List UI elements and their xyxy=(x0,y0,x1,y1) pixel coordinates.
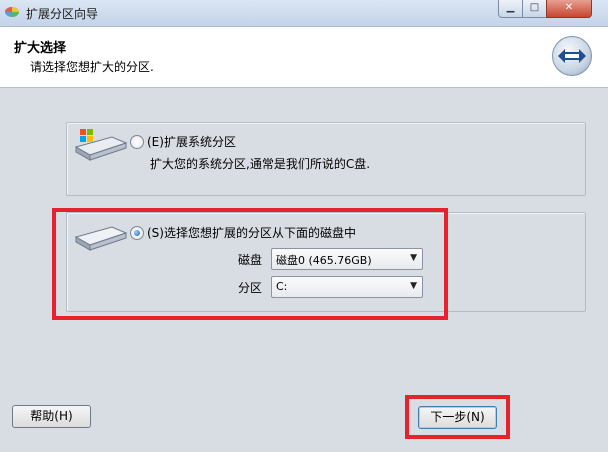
minimize-button[interactable]: ▁ xyxy=(498,0,523,18)
close-button[interactable]: ✕ xyxy=(546,0,592,18)
custom-partition-option-label[interactable]: (S)选择您想扩展的分区从下面的磁盘中 xyxy=(147,224,356,241)
page-title: 扩大选择 xyxy=(14,41,67,56)
maximize-button[interactable]: □ xyxy=(522,0,547,18)
system-partition-radio[interactable] xyxy=(130,135,144,149)
chevron-down-icon: ▼ xyxy=(410,281,417,291)
title-bar: 扩展分区向导 ▁ □ ✕ xyxy=(0,0,608,27)
partition-wizard-logo-icon xyxy=(552,36,592,76)
system-drive-icon xyxy=(74,129,128,161)
page-subtitle: 请选择您想扩大的分区. xyxy=(30,60,154,74)
disk-select[interactable]: 磁盘0 (465.76GB) ▼ xyxy=(271,248,423,270)
partition-label: 分区 xyxy=(238,281,263,295)
help-button[interactable]: 帮助(H) xyxy=(12,405,91,428)
disk-label: 磁盘 xyxy=(238,253,263,267)
disk-select-value: 磁盘0 (465.76GB) xyxy=(276,254,372,267)
window-title: 扩展分区向导 xyxy=(26,7,99,21)
custom-partition-radio[interactable] xyxy=(130,226,144,240)
partition-select-value: C: xyxy=(276,280,288,293)
app-icon xyxy=(5,7,19,17)
system-partition-description: 扩大您的系统分区,通常是我们所说的C盘. xyxy=(150,157,371,171)
hard-drive-icon xyxy=(74,226,128,251)
system-partition-option-label[interactable]: (E)扩展系统分区 xyxy=(147,133,236,150)
chevron-down-icon: ▼ xyxy=(410,253,417,263)
next-button[interactable]: 下一步(N) xyxy=(418,406,497,429)
partition-select[interactable]: C: ▼ xyxy=(271,276,423,298)
wizard-header: 扩大选择 请选择您想扩大的分区. xyxy=(0,27,608,88)
